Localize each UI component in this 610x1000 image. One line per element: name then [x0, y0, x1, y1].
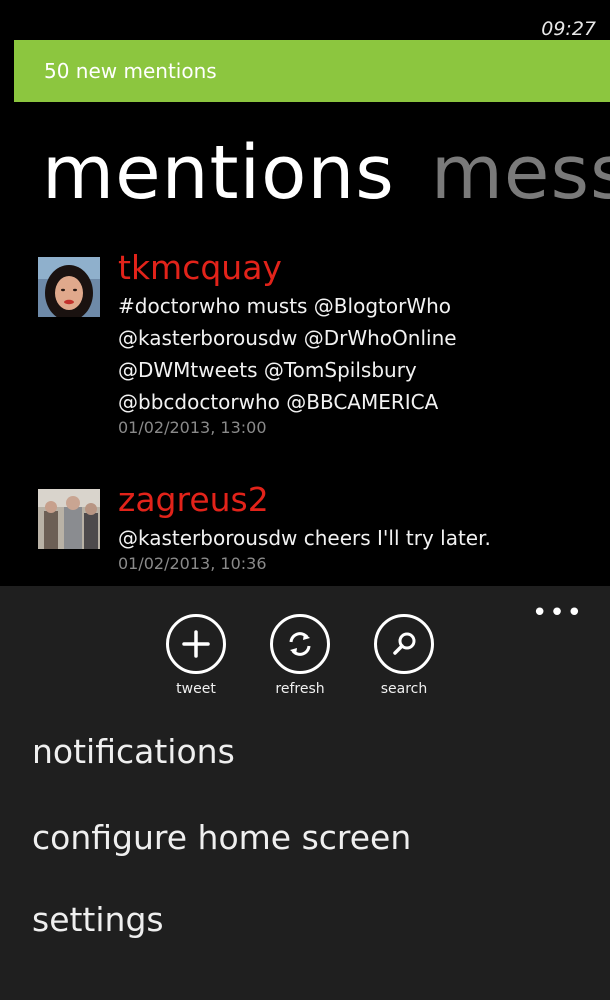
pivot-header: mentions mess [42, 136, 610, 210]
tweet-item[interactable]: tkmcquay #doctorwho musts @BlogtorWho @k… [38, 251, 598, 467]
app-bar: ••• tweet refresh search notifications c… [0, 586, 610, 1000]
banner-text: 50 new mentions [44, 59, 217, 83]
avatar[interactable] [38, 489, 100, 549]
refresh-icon [289, 632, 311, 656]
ellipsis-icon[interactable]: ••• [532, 600, 584, 626]
avatar[interactable] [38, 257, 100, 317]
refresh-button[interactable]: refresh [255, 614, 345, 697]
tweet-item[interactable]: zagreus2 @kasterborousdw cheers I'll try… [38, 483, 598, 584]
menu-item-configure-home-screen[interactable]: configure home screen [32, 818, 411, 857]
menu-item-notifications[interactable]: notifications [32, 732, 235, 771]
search-button[interactable]: search [359, 614, 449, 697]
tweet-text: @kasterborousdw cheers I'll try later. [118, 526, 491, 550]
tweet-author[interactable]: tkmcquay [118, 251, 538, 284]
status-time: 09:27 [541, 18, 596, 40]
tweet-timestamp: 01/02/2013, 10:36 [118, 554, 267, 573]
menu-item-settings[interactable]: settings [32, 900, 164, 939]
tweet-button[interactable]: tweet [151, 614, 241, 697]
plus-icon [182, 630, 210, 658]
refresh-button-label: refresh [275, 681, 325, 697]
pivot-tab-messages[interactable]: mess [431, 130, 610, 216]
search-icon [393, 632, 416, 655]
tweet-timestamp: 01/02/2013, 13:00 [118, 418, 267, 437]
tweet-text: #doctorwho musts @BlogtorWho @kasterboro… [118, 294, 457, 414]
tweet-author[interactable]: zagreus2 [118, 483, 598, 516]
tweet-button-label: tweet [176, 681, 216, 697]
pivot-tab-mentions[interactable]: mentions [42, 130, 395, 216]
notification-banner[interactable]: 50 new mentions [14, 40, 610, 102]
search-button-label: search [380, 681, 428, 697]
